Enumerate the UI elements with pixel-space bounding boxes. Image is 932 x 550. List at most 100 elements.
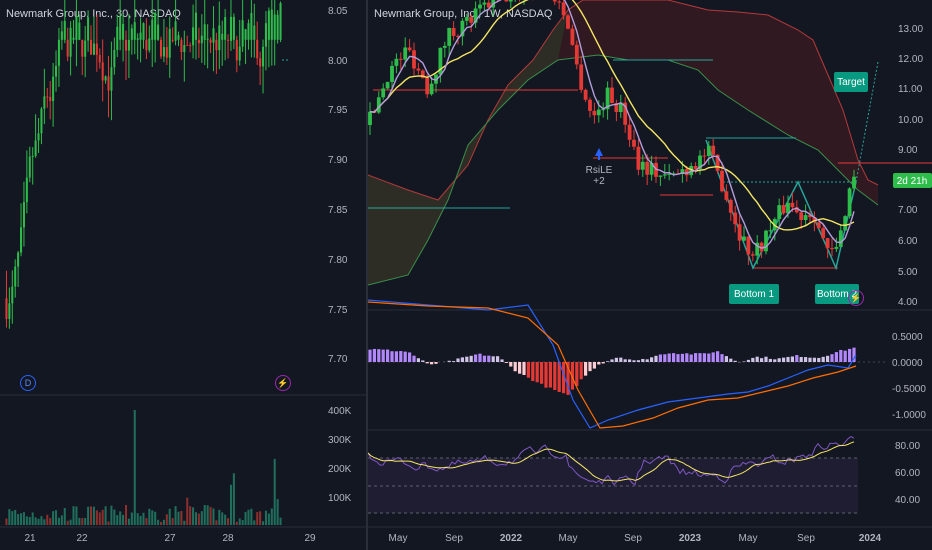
volume-bar — [52, 511, 55, 525]
price-tick-label: 13.00 — [898, 24, 923, 35]
candle-body — [588, 99, 592, 111]
candle-body — [174, 21, 177, 41]
volume-bar — [136, 513, 139, 525]
candle-body — [267, 10, 270, 40]
volume-bar — [142, 512, 145, 525]
macd-histogram-bar — [755, 356, 759, 362]
right-chart-canvas[interactable]: 13.00 12.00 11.00 10.00 9.00 7.00 6.00 5.00 4.00… — [368, 0, 932, 550]
volume-tick-label: 400K — [328, 406, 352, 417]
volume-bar — [5, 518, 8, 525]
volume-bar — [168, 508, 171, 525]
candle-body — [253, 25, 256, 40]
macd-histogram-bar — [579, 362, 583, 380]
macd-histogram-bar — [619, 357, 623, 362]
macd-histogram-bar — [711, 352, 715, 362]
candle-body — [508, 0, 513, 2]
volume-bar — [28, 516, 31, 525]
candle-body — [224, 17, 227, 40]
volume-bar — [95, 510, 98, 525]
left-chart-canvas[interactable]: 8.05 8.00 7.95 7.90 7.85 7.80 7.75 7.70 400K 300K… — [0, 0, 366, 550]
volume-bar — [244, 511, 247, 525]
macd-histogram-bar — [430, 362, 434, 365]
macd-histogram-bar — [518, 362, 522, 374]
volume-bar — [253, 520, 256, 525]
macd-histogram-bar — [672, 353, 676, 362]
candle-body — [119, 16, 122, 40]
candle-body — [645, 161, 650, 175]
rsi-tick-label: 80.00 — [895, 441, 920, 452]
candle-body — [834, 246, 839, 249]
rsi-tick-label: 60.00 — [895, 468, 920, 479]
candle-body — [442, 45, 447, 48]
dividend-icon[interactable]: D — [20, 375, 36, 391]
candle-body — [640, 161, 645, 170]
macd-histogram-bar — [588, 362, 592, 372]
candle-body — [28, 156, 31, 178]
macd-histogram-bar — [408, 352, 412, 362]
bottom1-label: Bottom 1 — [734, 289, 774, 300]
candle-body — [273, 14, 276, 40]
candle-body — [247, 23, 250, 40]
candle-body — [110, 67, 113, 91]
time-tick-label: 27 — [164, 533, 176, 544]
candle-body — [733, 212, 738, 225]
volume-bar — [40, 516, 43, 525]
candle-body — [464, 17, 469, 21]
candle-body — [821, 228, 826, 239]
price-tick-label: 8.05 — [328, 6, 348, 17]
candle-body — [394, 58, 399, 66]
macd-histogram-bar — [628, 359, 632, 362]
macd-histogram-bar — [817, 357, 821, 362]
macd-histogram-bar — [804, 357, 808, 362]
right-chart-panel[interactable]: Newmark Group, Inc., 1W, NASDAQ 13.00 12.… — [368, 0, 932, 550]
left-flash-icon[interactable]: ⚡ — [275, 375, 291, 391]
candle-body — [183, 45, 186, 53]
candle-body — [177, 35, 180, 40]
macd-histogram-bar — [777, 358, 781, 362]
candle-body — [737, 224, 742, 241]
macd-histogram-bar — [584, 362, 588, 376]
volume-bar — [267, 513, 270, 525]
candle-body — [627, 124, 632, 140]
candle-body — [825, 238, 830, 249]
volume-bar — [78, 517, 81, 525]
candle-body — [781, 205, 786, 214]
volume-bar — [98, 512, 101, 525]
candle-body — [830, 248, 834, 250]
candle-body — [256, 39, 259, 59]
macd-histogram-bar — [654, 355, 658, 362]
macd-histogram-bar — [848, 348, 852, 362]
candle-body — [130, 28, 133, 40]
macd-histogram-bar — [694, 353, 698, 362]
candle-body — [451, 27, 456, 36]
candle-body — [711, 145, 716, 155]
macd-histogram-bar — [592, 362, 596, 369]
volume-bar — [133, 410, 136, 525]
macd-histogram-bar — [482, 355, 486, 362]
candle-body — [746, 236, 751, 255]
candle-body — [215, 39, 218, 51]
price-tick-label: 4.00 — [898, 297, 918, 308]
macd-histogram-bar — [746, 359, 750, 362]
macd-histogram-bar — [610, 359, 614, 362]
candle-body — [43, 96, 46, 109]
volume-bar — [183, 520, 186, 525]
candle-body — [11, 286, 14, 304]
candle-body — [151, 19, 154, 40]
time-tick-label: 22 — [76, 533, 88, 544]
macd-histogram-bar — [632, 360, 636, 362]
volume-bar — [224, 514, 227, 525]
candle-body — [566, 15, 570, 29]
macd-histogram-bar — [760, 358, 764, 362]
candle-body — [398, 58, 403, 60]
left-chart-panel[interactable]: Newmark Group, Inc., 30, NASDAQ 8.05 8.00… — [0, 0, 366, 550]
macd-histogram-bar — [381, 349, 385, 362]
target-label: Target — [837, 77, 865, 88]
right-flash-icon[interactable]: ⚡ — [848, 290, 864, 306]
macd-histogram-bar — [500, 359, 504, 362]
rsi-tick-label: 40.00 — [895, 495, 920, 506]
volume-bar — [25, 516, 28, 525]
volume-bar — [171, 518, 174, 525]
candle-body — [209, 39, 212, 43]
candle-body — [244, 29, 247, 40]
